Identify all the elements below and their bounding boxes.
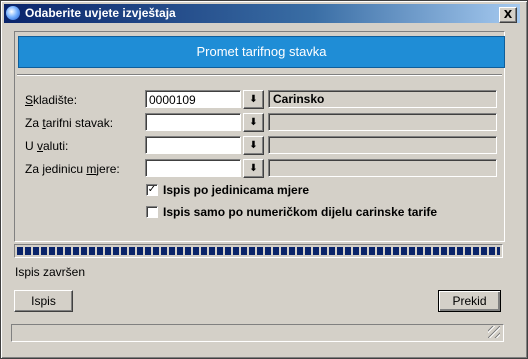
download-arrow-icon: ⬇ [249, 117, 258, 128]
status-text: Ispis završen [15, 265, 86, 279]
download-arrow-icon: ⬇ [249, 140, 258, 151]
warehouse-lookup-button[interactable]: ⬇ [243, 90, 264, 109]
progress-bar [14, 244, 503, 258]
dialog-window: Odaberite uvjete izvještaja X Promet tar… [0, 0, 528, 359]
currency-input[interactable] [145, 136, 241, 154]
print-by-units-label[interactable]: Ispis po jedinicama mjere [163, 183, 309, 197]
unit-of-measure-lookup-button[interactable]: ⬇ [243, 159, 264, 178]
currency-description [268, 136, 497, 154]
window-title: Odaberite uvjete izvještaja [25, 6, 176, 20]
print-by-units-checkbox[interactable]: ✓ [146, 184, 158, 196]
unit-of-measure-input[interactable] [145, 159, 241, 177]
tariff-item-lookup-button[interactable]: ⬇ [243, 113, 264, 132]
numeric-tariff-only-checkbox[interactable] [146, 206, 158, 218]
warehouse-input[interactable]: 0000109 [145, 90, 241, 108]
unit-of-measure-label: Za jedinicu mjere: [25, 162, 120, 176]
download-arrow-icon: ⬇ [249, 94, 258, 105]
app-icon [6, 6, 20, 20]
progress-fill [17, 247, 500, 255]
cancel-button[interactable]: Prekid [438, 290, 501, 312]
warehouse-label: Skladište: [25, 93, 78, 107]
resize-grip-icon[interactable] [488, 326, 500, 338]
currency-lookup-button[interactable]: ⬇ [243, 136, 264, 155]
report-options-panel: Promet tarifnog stavka Skladište: 000010… [14, 31, 505, 242]
numeric-tariff-only-label[interactable]: Ispis samo po numeričkom dijelu carinske… [163, 205, 437, 219]
print-button[interactable]: Ispis [14, 290, 73, 312]
title-bar[interactable]: Odaberite uvjete izvještaja X [4, 4, 520, 23]
status-bar [11, 324, 504, 342]
separator [17, 74, 502, 76]
tariff-item-description [268, 113, 497, 131]
tariff-item-input[interactable] [145, 113, 241, 131]
close-button[interactable]: X [499, 7, 517, 23]
download-arrow-icon: ⬇ [249, 163, 258, 174]
unit-of-measure-description [268, 159, 497, 177]
currency-label: U valuti: [25, 139, 69, 153]
warehouse-description: Carinsko [268, 90, 497, 108]
tariff-item-label: Za tarifni stavak: [25, 116, 114, 130]
report-title-banner: Promet tarifnog stavka [18, 36, 505, 68]
